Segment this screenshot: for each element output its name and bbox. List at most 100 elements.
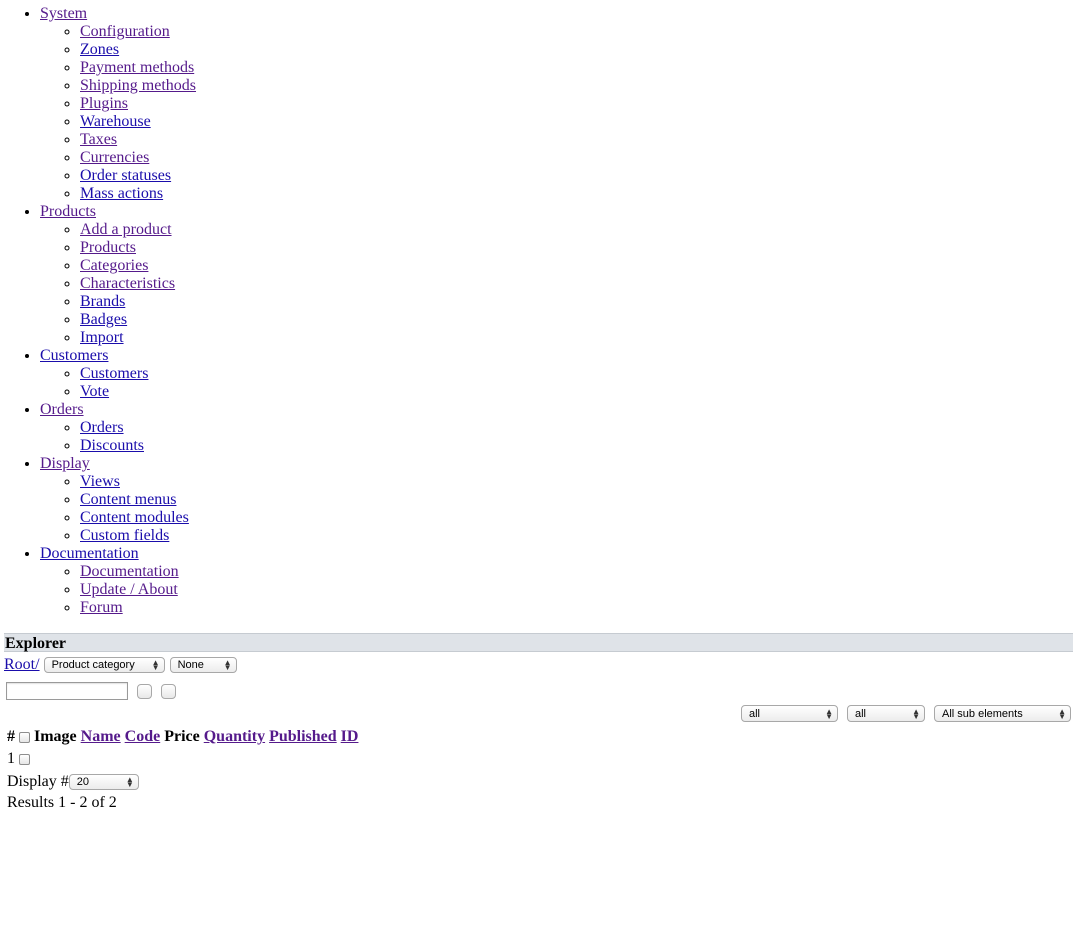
- menu-item: Vote: [80, 383, 1075, 401]
- display-row: Display # 20 ▲ ▼: [7, 773, 139, 791]
- column-published-sort[interactable]: Published: [269, 728, 337, 746]
- table-row: 1: [7, 750, 34, 768]
- menu-link-orders-section[interactable]: Orders: [40, 401, 84, 418]
- menu-section-orders: Orders Orders Discounts: [40, 401, 1075, 455]
- top-menu: System Configuration Zones Payment metho…: [0, 5, 1075, 617]
- display-count-value: 20: [76, 776, 90, 788]
- menu-link-brands[interactable]: Brands: [80, 293, 125, 310]
- column-image: Image: [34, 728, 77, 745]
- menu-item: Brands: [80, 293, 1075, 311]
- submenu-customers: Customers Vote: [40, 365, 1075, 401]
- search-button[interactable]: [137, 683, 152, 699]
- menu-link-custom-fields[interactable]: Custom fields: [80, 527, 169, 544]
- menu-item: Badges: [80, 311, 1075, 329]
- filter-value-3: All sub elements: [942, 707, 1023, 720]
- menu-link-warehouse[interactable]: Warehouse: [80, 113, 151, 130]
- menu-link-documentation[interactable]: Documentation: [80, 563, 179, 580]
- menu-link-mass-actions[interactable]: Mass actions: [80, 185, 163, 202]
- filters-row: all ▲ ▼ all ▲ ▼ All sub elements ▲ ▼: [0, 705, 1081, 723]
- menu-item: Characteristics: [80, 275, 1075, 293]
- menu-item: Taxes: [80, 131, 1075, 149]
- breadcrumb-root-link[interactable]: Root/: [4, 656, 40, 674]
- menu-link-zones[interactable]: Zones: [80, 41, 119, 58]
- menu-link-update-about[interactable]: Update / About: [80, 581, 178, 598]
- search-input[interactable]: [6, 682, 128, 700]
- select-all-checkbox[interactable]: [19, 731, 30, 743]
- menu-item: Shipping methods: [80, 77, 1075, 95]
- column-code-sort[interactable]: Code: [125, 728, 161, 746]
- menu-link-shipping-methods[interactable]: Shipping methods: [80, 77, 196, 94]
- menu-link-order-statuses[interactable]: Order statuses: [80, 167, 171, 184]
- results-count: Results 1 - 2 of 2: [7, 794, 117, 811]
- menu-item: Forum: [80, 599, 1075, 617]
- column-name-sort[interactable]: Name: [81, 728, 121, 746]
- table-header: # Image Name Code Price Quantity Publish…: [7, 727, 362, 747]
- column-hash: #: [7, 728, 15, 745]
- menu-link-add-product[interactable]: Add a product: [80, 221, 172, 238]
- menu-item: Products: [80, 239, 1075, 257]
- menu-link-configuration[interactable]: Configuration: [80, 23, 170, 40]
- menu-item: Update / About: [80, 581, 1075, 599]
- menu-item: Categories: [80, 257, 1075, 275]
- menu-item: Discounts: [80, 437, 1075, 455]
- select-arrows-icon: ▲ ▼: [1058, 706, 1066, 721]
- category-none-select[interactable]: None ▲ ▼: [169, 657, 237, 673]
- menu-item: Orders: [80, 419, 1075, 437]
- menu-link-content-modules[interactable]: Content modules: [80, 509, 189, 526]
- menu-item: Import: [80, 329, 1075, 347]
- menu-link-payment-methods[interactable]: Payment methods: [80, 59, 194, 76]
- menu-item: Currencies: [80, 149, 1075, 167]
- select-arrows-icon: ▲ ▼: [825, 706, 833, 721]
- menu-link-system[interactable]: System: [40, 5, 87, 22]
- menu-link-display-section[interactable]: Display: [40, 455, 90, 472]
- select-arrows-icon: ▲ ▼: [151, 658, 160, 672]
- menu-item: Customers: [80, 365, 1075, 383]
- menu-link-customers-section[interactable]: Customers: [40, 347, 108, 364]
- menu-link-documentation-section[interactable]: Documentation: [40, 545, 139, 562]
- menu-item: Views: [80, 473, 1075, 491]
- reset-button[interactable]: [161, 683, 176, 699]
- menu-link-content-menus[interactable]: Content menus: [80, 491, 176, 508]
- menu-link-categories[interactable]: Categories: [80, 257, 148, 274]
- menu-link-taxes[interactable]: Taxes: [80, 131, 117, 148]
- submenu-display: Views Content menus Content modules Cust…: [40, 473, 1075, 545]
- menu-item: Mass actions: [80, 185, 1075, 203]
- select-arrows-icon: ▲ ▼: [125, 775, 134, 789]
- display-count-select[interactable]: 20 ▲ ▼: [68, 774, 139, 790]
- admin-menu: System Configuration Zones Payment metho…: [0, 5, 1075, 617]
- column-id-sort[interactable]: ID: [341, 728, 359, 746]
- menu-link-customers[interactable]: Customers: [80, 365, 148, 382]
- filter-select-1[interactable]: all ▲ ▼: [741, 705, 838, 722]
- menu-link-forum[interactable]: Forum: [80, 599, 123, 616]
- menu-section-system: System Configuration Zones Payment metho…: [40, 5, 1075, 203]
- filter-value-2: all: [855, 707, 867, 720]
- filter-select-2[interactable]: all ▲ ▼: [847, 705, 925, 722]
- breadcrumb: Root/ Product category ▲ ▼ None ▲ ▼: [4, 655, 237, 675]
- menu-link-import[interactable]: Import: [80, 329, 124, 346]
- category-type-select[interactable]: Product category ▲ ▼: [43, 657, 165, 673]
- menu-item: Content menus: [80, 491, 1075, 509]
- menu-link-views[interactable]: Views: [80, 473, 120, 490]
- menu-section-customers: Customers Customers Vote: [40, 347, 1075, 401]
- filter-select-3[interactable]: All sub elements ▲ ▼: [934, 705, 1071, 722]
- menu-link-orders[interactable]: Orders: [80, 419, 124, 436]
- row-checkbox[interactable]: [19, 753, 30, 765]
- category-type-value: Product category: [51, 659, 135, 671]
- menu-link-vote[interactable]: Vote: [80, 383, 109, 400]
- menu-item: Order statuses: [80, 167, 1075, 185]
- menu-link-badges[interactable]: Badges: [80, 311, 127, 328]
- column-quantity-sort[interactable]: Quantity: [204, 728, 265, 746]
- row-index: 1: [7, 750, 15, 767]
- menu-link-discounts[interactable]: Discounts: [80, 437, 144, 454]
- menu-link-currencies[interactable]: Currencies: [80, 149, 149, 166]
- menu-link-plugins[interactable]: Plugins: [80, 95, 128, 112]
- menu-link-characteristics[interactable]: Characteristics: [80, 275, 175, 292]
- menu-item: Configuration: [80, 23, 1075, 41]
- menu-section-display: Display Views Content menus Content modu…: [40, 455, 1075, 545]
- menu-link-products-section[interactable]: Products: [40, 203, 96, 220]
- menu-item: Zones: [80, 41, 1075, 59]
- menu-link-products[interactable]: Products: [80, 239, 136, 256]
- submenu-orders: Orders Discounts: [40, 419, 1075, 455]
- menu-item: Content modules: [80, 509, 1075, 527]
- select-arrows-icon: ▲ ▼: [912, 706, 920, 721]
